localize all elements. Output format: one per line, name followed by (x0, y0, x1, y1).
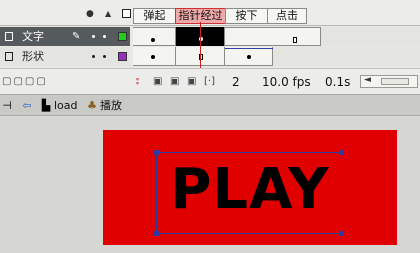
scene-icon: ▙ (41, 99, 51, 112)
onion-outline-icon[interactable]: ▣ (170, 76, 179, 87)
scroll-thumb[interactable] (381, 78, 409, 85)
timeline-scrollbar[interactable]: ◄ (360, 75, 418, 88)
modify-markers-icon[interactable]: [·] (204, 76, 215, 87)
layer-row-text[interactable]: 文字 ✎ (0, 27, 130, 46)
back-arrow-icon[interactable]: ⇦ (21, 99, 33, 112)
lock-icon[interactable]: ▲ (105, 9, 113, 18)
playhead[interactable] (200, 22, 201, 69)
selection-box[interactable]: PLAY (154, 150, 344, 236)
timeline-grid: 文字 ✎ 形状 (0, 26, 420, 68)
layer-row-shape[interactable]: 形状 (0, 47, 130, 66)
layer-icon (5, 32, 13, 41)
symbol-name[interactable]: 播放 (100, 98, 122, 113)
resize-handle[interactable] (154, 231, 159, 236)
tween-line (225, 48, 273, 49)
scene-name[interactable]: load (54, 98, 78, 113)
elapsed-time: 0.1s (325, 75, 351, 89)
lock-dot[interactable] (103, 35, 106, 38)
center-frame-icon[interactable]: ⦂ (136, 76, 139, 87)
frame-rate[interactable]: 10.0 fps (262, 75, 311, 89)
lock-dot[interactable] (103, 55, 106, 58)
frame-cell[interactable] (133, 27, 176, 46)
resize-handle[interactable] (154, 150, 159, 155)
frame-header-up[interactable]: 弹起 (133, 8, 175, 24)
empty-frames[interactable] (321, 27, 420, 46)
symbol-icon: ♣ (87, 99, 97, 112)
timeline-header: ● ▲ 弹起 指针经过 按下 点击 (0, 0, 420, 26)
frame-cell[interactable] (133, 47, 176, 66)
layer-name: 形状 (22, 50, 44, 63)
current-frame: 2 (232, 75, 240, 89)
pencil-icon: ✎ (72, 31, 81, 42)
play-text: PLAY (170, 157, 330, 222)
timeline-panel: ● ▲ 弹起 指针经过 按下 点击 文字 ✎ 形状 ▢▢▢▢ ⦂ ▣ ▣ ▣ [… (0, 0, 420, 94)
onion-skin-icon[interactable]: ▣ (153, 76, 162, 87)
play-button-shape[interactable]: PLAY (103, 130, 397, 245)
flash-editor: ● ▲ 弹起 指针经过 按下 点击 文字 ✎ 形状 ▢▢▢▢ ⦂ ▣ ▣ ▣ [… (0, 0, 420, 253)
edit-multiple-icon[interactable]: ▣ (187, 76, 196, 87)
scroll-left-icon[interactable]: ◄ (364, 75, 371, 85)
end-frame (293, 37, 297, 43)
frame-cell[interactable] (225, 47, 273, 66)
frame-header-down[interactable]: 按下 (225, 8, 267, 24)
edit-bar: ⊣ ⇦ ▙ load ♣ 播放 (0, 94, 420, 116)
resize-handle[interactable] (339, 150, 344, 155)
layer-icon (5, 52, 13, 61)
timeline-status-bar: ▢▢▢▢ ⦂ ▣ ▣ ▣ [·] 2 10.0 fps 0.1s ◄ (0, 68, 420, 94)
keyframe (247, 55, 251, 59)
eye-icon[interactable]: ● (86, 9, 96, 18)
layer-color-swatch[interactable] (118, 52, 127, 61)
keyframe (151, 38, 155, 42)
visibility-dot[interactable] (92, 55, 95, 58)
stage[interactable]: PLAY (0, 117, 420, 253)
layer-name: 文字 (22, 30, 44, 43)
layer-toggle-icons: ● ▲ (86, 9, 131, 18)
frame-cell[interactable] (225, 27, 321, 46)
layer-color-swatch[interactable] (118, 32, 127, 41)
outline-icon[interactable] (122, 9, 131, 18)
timeline-toggle-icon[interactable]: ⊣ (1, 99, 13, 112)
empty-frames[interactable] (273, 47, 420, 66)
frame-headers: 弹起 指针经过 按下 点击 (133, 8, 307, 24)
resize-handle[interactable] (339, 231, 344, 236)
keyframe (151, 55, 155, 59)
visibility-dot[interactable] (92, 35, 95, 38)
layer-tools-icons[interactable]: ▢▢▢▢ (2, 76, 48, 87)
frame-header-hit[interactable]: 点击 (267, 8, 307, 24)
